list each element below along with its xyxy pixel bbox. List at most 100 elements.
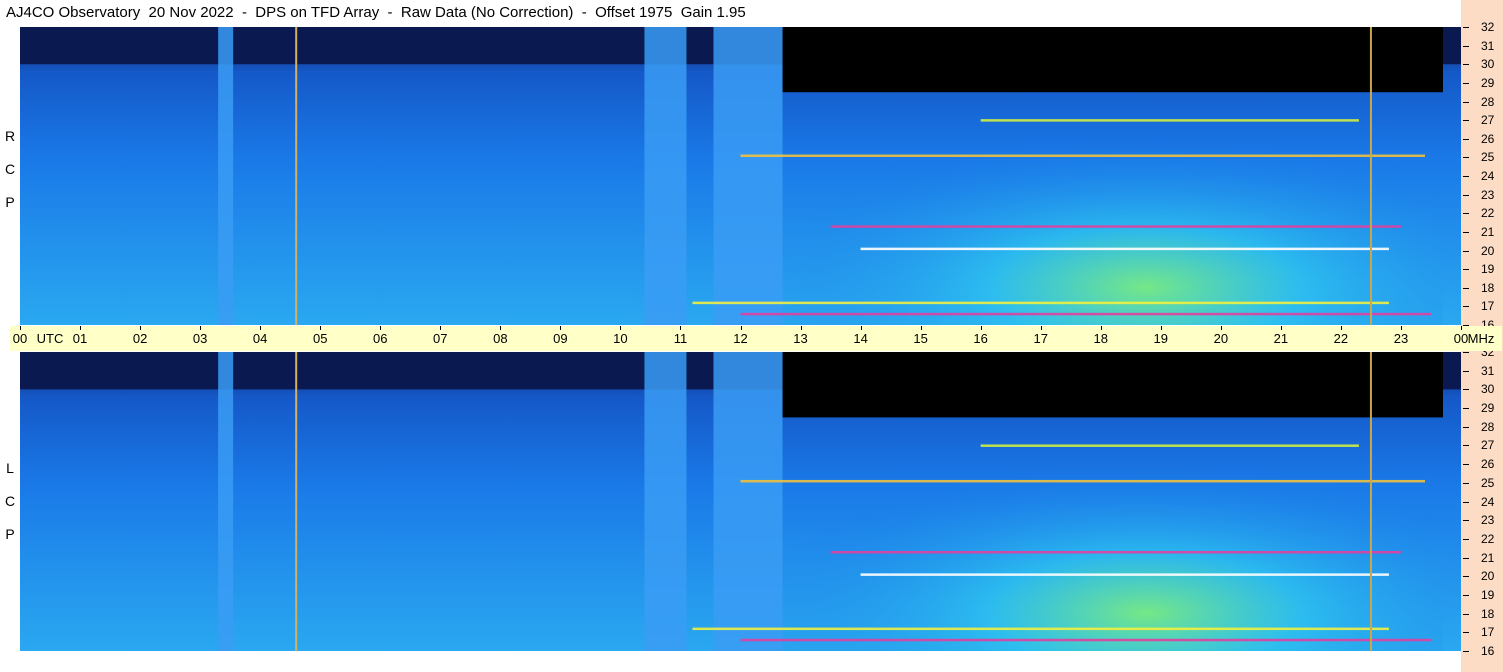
frequency-tick-label: 31 <box>1481 363 1495 378</box>
time-tick <box>1040 326 1042 330</box>
frequency-tick <box>1463 352 1469 353</box>
vertical-marker-line <box>295 352 298 651</box>
frequency-tick-label: 17 <box>1481 299 1495 314</box>
frequency-tick-label: 16 <box>1481 644 1495 658</box>
frequency-tick-label: 21 <box>1481 550 1495 565</box>
horizontal-interference-band <box>830 225 1401 228</box>
frequency-tick-label: 19 <box>1481 262 1495 277</box>
frequency-tick-label: 17 <box>1481 625 1495 640</box>
time-tick <box>620 326 622 330</box>
rcp-letter: R <box>4 128 16 144</box>
time-tick-label: 22 <box>1333 331 1349 346</box>
time-tick <box>1400 326 1402 330</box>
frequency-tick-label: 25 <box>1481 475 1495 490</box>
time-tick <box>1340 326 1342 330</box>
time-tick-label: 20 <box>1213 331 1229 346</box>
time-tick-label: 07 <box>433 331 448 346</box>
horizontal-interference-band <box>860 247 1389 251</box>
vertical-band <box>644 352 687 651</box>
time-tick <box>680 326 682 330</box>
frequency-tick-label: 20 <box>1481 243 1495 258</box>
frequency-tick-label: 21 <box>1481 224 1495 239</box>
frequency-tick-label: 25 <box>1481 150 1495 165</box>
frequency-tick-label: 18 <box>1481 280 1495 295</box>
frequency-tick-label: 31 <box>1481 38 1495 53</box>
lcp-spectrogram <box>20 352 1461 651</box>
frequency-tick <box>1463 213 1469 215</box>
rcp-letter: C <box>4 161 16 177</box>
horizontal-interference-band <box>860 573 1389 576</box>
chart-title: AJ4CO Observatory 20 Nov 2022 - DPS on T… <box>6 4 746 21</box>
time-tick <box>500 326 502 330</box>
frequency-tick-label: 24 <box>1481 169 1495 183</box>
frequency-tick <box>1463 176 1469 177</box>
time-tick-label: 12 <box>733 331 748 346</box>
daytime-elevated-noise <box>782 73 1443 325</box>
frequency-tick <box>1463 520 1469 522</box>
time-tick-label: 05 <box>312 331 328 346</box>
time-tick <box>140 326 142 330</box>
frequency-tick-label: 26 <box>1481 131 1495 146</box>
time-tick <box>1100 326 1102 330</box>
time-tick <box>320 326 322 330</box>
frequency-tick <box>1463 632 1469 634</box>
time-tick <box>200 326 202 330</box>
time-tick-label: 15 <box>913 331 928 346</box>
frequency-tick <box>1463 287 1469 289</box>
frequency-tick-label: 28 <box>1481 419 1495 434</box>
time-tick <box>860 326 862 330</box>
time-tick <box>560 326 562 330</box>
frequency-tick <box>1463 250 1469 252</box>
vertical-band <box>218 27 234 325</box>
time-tick <box>920 326 922 330</box>
spectrogram-svg <box>20 352 1461 651</box>
time-tick <box>440 326 442 330</box>
frequency-tick <box>1463 613 1469 615</box>
frequency-tick <box>1463 482 1469 484</box>
rcp-spectrogram <box>20 27 1461 325</box>
time-tick <box>80 326 82 330</box>
frequency-tick <box>1463 64 1469 66</box>
time-tick-label: 13 <box>793 331 808 346</box>
time-tick-label: 06 <box>373 331 388 346</box>
frequency-tick <box>1463 231 1469 233</box>
frequency-tick-label: 29 <box>1481 401 1495 416</box>
vertical-marker-line <box>1369 27 1372 325</box>
time-tick-label: 16 <box>973 331 988 346</box>
frequency-tick <box>1463 306 1469 308</box>
frequency-tick-label: 30 <box>1481 382 1495 397</box>
frequency-tick <box>1463 157 1469 159</box>
frequency-tick <box>1463 501 1469 503</box>
frequency-tick <box>1463 594 1469 596</box>
time-tick-label: 14 <box>853 331 868 346</box>
frequency-tick-label: 32 <box>1481 20 1495 34</box>
time-tick <box>20 326 21 330</box>
horizontal-interference-band <box>740 312 1431 316</box>
frequency-tick-label: 27 <box>1481 438 1495 453</box>
time-tick-label: 00 <box>12 331 28 346</box>
time-tick <box>800 326 802 330</box>
frequency-tick <box>1463 445 1469 447</box>
frequency-tick <box>1463 370 1469 372</box>
horizontal-interference-band <box>980 444 1359 447</box>
time-tick-label: MHz <box>1467 331 1495 346</box>
frequency-tick-label: 23 <box>1481 187 1495 202</box>
frequency-tick-label: 23 <box>1481 513 1495 528</box>
vertical-marker-line <box>1369 352 1372 651</box>
lcp-letter: L <box>6 460 14 476</box>
frequency-tick <box>1463 389 1469 391</box>
horizontal-interference-band <box>692 627 1389 631</box>
frequency-tick-label: 19 <box>1481 587 1495 602</box>
horizontal-interference-band <box>980 119 1359 122</box>
vertical-band <box>713 27 783 325</box>
frequency-tick <box>1463 101 1469 103</box>
horizontal-interference-band <box>740 154 1425 158</box>
frequency-tick <box>1463 538 1469 540</box>
vertical-band <box>713 352 783 651</box>
frequency-tick <box>1463 408 1469 410</box>
frequency-tick-label: 26 <box>1481 457 1495 472</box>
time-tick-label: 10 <box>613 331 628 346</box>
frequency-tick-label: 27 <box>1481 113 1495 128</box>
frequency-tick <box>1463 45 1469 47</box>
horizontal-interference-band <box>740 638 1431 642</box>
